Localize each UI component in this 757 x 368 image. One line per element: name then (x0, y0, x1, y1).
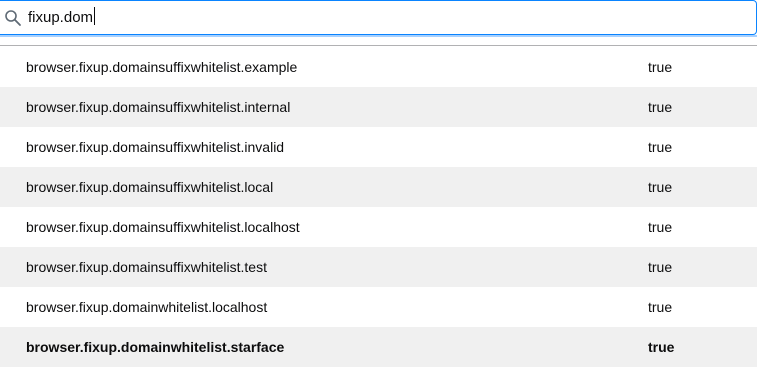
pref-name: browser.fixup.domainsuffixwhitelist.inte… (26, 99, 291, 115)
pref-name: browser.fixup.domainsuffixwhitelist.loca… (26, 179, 274, 195)
pref-value[interactable]: true (648, 327, 674, 367)
pref-name: browser.fixup.domainsuffixwhitelist.test (26, 259, 267, 275)
table-row[interactable]: browser.fixup.domainsuffixwhitelist.loca… (0, 207, 757, 247)
table-row[interactable]: browser.fixup.domainsuffixwhitelist.inva… (0, 127, 757, 167)
search-focus-ring (0, 35, 757, 37)
pref-value[interactable]: true (648, 47, 672, 87)
search-input[interactable]: fixup.dom (28, 6, 728, 30)
table-row[interactable]: browser.fixup.domainsuffixwhitelist.exam… (0, 47, 757, 87)
pref-name: browser.fixup.domainsuffixwhitelist.exam… (26, 59, 298, 75)
pref-value[interactable]: true (648, 127, 672, 167)
pref-value[interactable]: true (648, 167, 672, 207)
text-caret (94, 7, 96, 25)
pref-name: browser.fixup.domainsuffixwhitelist.inva… (26, 139, 285, 155)
pref-name: browser.fixup.domainsuffixwhitelist.loca… (26, 219, 300, 235)
pref-value[interactable]: true (648, 87, 672, 127)
pref-name: browser.fixup.domainwhitelist.localhost (26, 299, 268, 315)
search-bar[interactable]: fixup.dom (0, 0, 757, 35)
table-row-modified[interactable]: browser.fixup.domainwhitelist.starface t… (0, 327, 757, 367)
preferences-table: browser.fixup.domainsuffixwhitelist.exam… (0, 47, 757, 367)
pref-value[interactable]: true (648, 207, 672, 247)
table-row[interactable]: browser.fixup.domainwhitelist.localhost … (0, 287, 757, 327)
pref-value[interactable]: true (648, 287, 672, 327)
search-icon (5, 10, 21, 26)
divider (0, 45, 757, 46)
pref-name: browser.fixup.domainwhitelist.starface (26, 339, 285, 355)
pref-value[interactable]: true (648, 247, 672, 287)
table-row[interactable]: browser.fixup.domainsuffixwhitelist.loca… (0, 167, 757, 207)
table-row[interactable]: browser.fixup.domainsuffixwhitelist.inte… (0, 87, 757, 127)
table-row[interactable]: browser.fixup.domainsuffixwhitelist.test… (0, 247, 757, 287)
